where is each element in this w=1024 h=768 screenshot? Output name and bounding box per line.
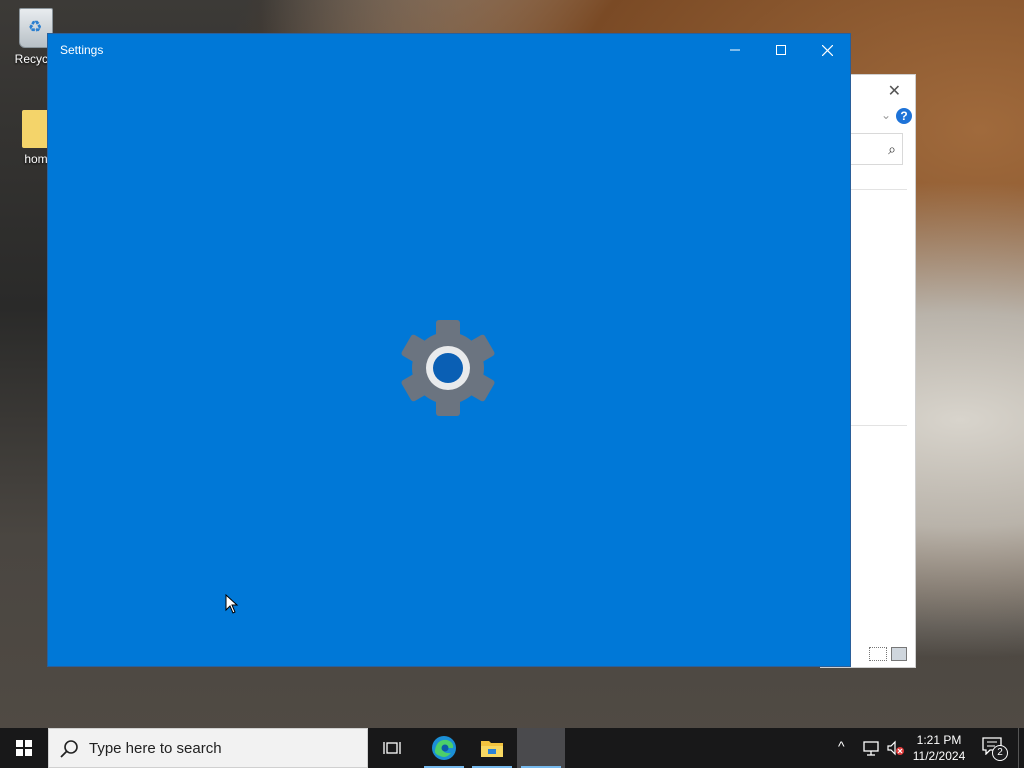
clock-time: 1:21 PM <box>916 733 962 747</box>
clock[interactable]: 1:21 PM 11/2/2024 <box>906 732 972 764</box>
close-icon <box>821 44 833 56</box>
show-hidden-icons-chevron[interactable]: ^ <box>838 738 845 754</box>
show-desktop-button[interactable] <box>1018 728 1024 768</box>
notification-count-badge: 2 <box>992 745 1008 761</box>
minimize-button[interactable] <box>712 34 758 66</box>
window-title: Settings <box>60 43 104 57</box>
chevron-down-icon[interactable]: ⌄ <box>881 108 891 122</box>
details-view-icon[interactable] <box>869 647 887 661</box>
divider <box>849 425 907 426</box>
volume-muted-icon[interactable] <box>886 739 904 757</box>
close-button[interactable] <box>804 34 850 66</box>
task-view-icon <box>383 742 401 754</box>
taskbar-app-settings[interactable] <box>517 728 565 768</box>
settings-window[interactable]: Settings <box>47 33 851 667</box>
action-center-button[interactable]: 2 <box>982 737 1008 761</box>
close-icon[interactable]: ✕ <box>888 81 901 101</box>
large-icons-view-icon[interactable] <box>891 647 907 661</box>
folder-icon <box>22 110 50 148</box>
edge-icon <box>432 736 456 760</box>
title-bar[interactable]: Settings <box>48 34 850 66</box>
taskbar-app-edge[interactable] <box>420 728 468 768</box>
mouse-cursor-icon <box>225 594 239 614</box>
search-icon <box>60 740 78 758</box>
maximize-icon <box>776 45 786 55</box>
taskbar: Type here to search ^ 1:21 PM 11/2/2024 … <box>0 728 1024 768</box>
search-icon: ⌕ <box>888 141 896 157</box>
windows-logo-icon <box>16 740 32 756</box>
divider <box>849 189 907 190</box>
search-placeholder: Type here to search <box>89 740 222 757</box>
gear-icon <box>401 320 495 416</box>
taskbar-search-box[interactable]: Type here to search <box>48 728 368 768</box>
taskbar-app-file-explorer[interactable] <box>468 728 516 768</box>
folder-icon <box>481 741 503 757</box>
maximize-button[interactable] <box>758 34 804 66</box>
help-icon[interactable]: ? <box>896 108 912 124</box>
network-icon[interactable] <box>862 739 880 757</box>
minimize-icon <box>730 49 740 51</box>
start-button[interactable] <box>0 728 48 768</box>
task-view-button[interactable] <box>368 728 416 768</box>
clock-date: 11/2/2024 <box>912 749 966 763</box>
